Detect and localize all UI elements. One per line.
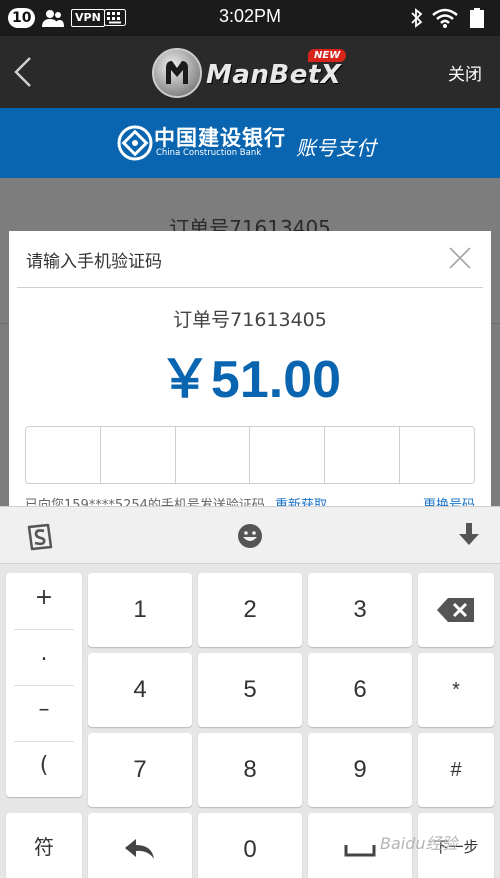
bank-name-en: China Construction Bank — [156, 148, 262, 158]
sms-code-dialog: 请输入手机验证码 订单号71613405 ￥51.00 已向您159****52… — [9, 231, 491, 521]
key-label: 1 — [133, 596, 147, 623]
hash-key[interactable]: # — [418, 733, 494, 807]
divider — [14, 685, 74, 686]
code-digit-cell[interactable] — [250, 427, 326, 483]
dialog-title: 请输入手机验证码 — [26, 252, 162, 272]
keyboard-toolbar — [0, 506, 500, 564]
bluetooth-icon — [411, 8, 423, 28]
wifi-icon — [432, 8, 458, 28]
symbols-key[interactable]: 符 — [6, 813, 82, 878]
symbol-column: + . – ( — [6, 573, 82, 797]
sogou-icon[interactable] — [26, 523, 54, 551]
key-label: 4 — [133, 676, 147, 703]
backspace-icon — [437, 598, 474, 622]
close-button[interactable]: 关闭 — [448, 60, 482, 85]
key-4[interactable]: 4 — [88, 653, 192, 727]
key-label: 7 — [133, 756, 147, 783]
key-label: 0 — [243, 836, 257, 863]
app-header: ManBetX NEW 关闭 — [0, 36, 500, 108]
account-pay-label: 账号支付 — [296, 136, 376, 160]
key-label: 2 — [243, 596, 257, 623]
key-8[interactable]: 8 — [198, 733, 302, 807]
key-3[interactable]: 3 — [308, 573, 412, 647]
plus-key[interactable]: + — [14, 585, 74, 610]
key-9[interactable]: 9 — [308, 733, 412, 807]
divider — [14, 629, 74, 630]
watermark: Baidu经验 — [380, 834, 458, 853]
code-digit-cell[interactable] — [400, 427, 474, 483]
dot-key[interactable]: . — [14, 641, 74, 666]
key-label: 6 — [353, 676, 367, 703]
backspace-key[interactable] — [418, 573, 494, 647]
emoji-icon[interactable] — [237, 523, 263, 549]
key-label: * — [452, 679, 460, 701]
brand-logo: ManBetX NEW — [152, 46, 352, 100]
key-6[interactable]: 6 — [308, 653, 412, 727]
battery-icon — [470, 8, 484, 28]
divider — [17, 287, 483, 288]
status-time: 3:02PM — [218, 6, 282, 26]
verification-code-input[interactable] — [25, 426, 475, 484]
close-icon[interactable] — [447, 245, 473, 271]
key-label: 3 — [353, 596, 367, 623]
order-number: 订单号71613405 — [173, 309, 327, 331]
bank-banner: 中国建设银行 China Construction Bank 账号支付 — [0, 108, 500, 178]
key-label: # — [450, 759, 462, 781]
code-digit-cell[interactable] — [101, 427, 176, 483]
key-5[interactable]: 5 — [198, 653, 302, 727]
return-key[interactable] — [88, 813, 192, 878]
minus-key[interactable]: – — [14, 697, 74, 722]
brand-name: ManBetX — [206, 60, 342, 90]
key-7[interactable]: 7 — [88, 733, 192, 807]
space-icon — [344, 845, 376, 857]
back-icon[interactable] — [6, 50, 46, 94]
key-label: 符 — [34, 837, 54, 859]
key-label: 5 — [243, 676, 257, 703]
new-badge: NEW — [308, 49, 347, 62]
ccb-logo-icon — [117, 125, 153, 161]
hide-keyboard-icon[interactable] — [457, 521, 481, 549]
key-0[interactable]: 0 — [198, 813, 302, 878]
key-label: 8 — [243, 756, 257, 783]
paren-key[interactable]: ( — [14, 753, 74, 778]
key-2[interactable]: 2 — [198, 573, 302, 647]
key-1[interactable]: 1 — [88, 573, 192, 647]
brand-emblem-icon — [152, 48, 202, 98]
asterisk-key[interactable]: * — [418, 653, 494, 727]
status-bar: 10 VPN 3:02PM — [0, 0, 500, 36]
return-icon — [125, 839, 154, 859]
code-digit-cell[interactable] — [325, 427, 401, 483]
key-label: 9 — [353, 756, 367, 783]
divider — [14, 741, 74, 742]
code-digit-cell[interactable] — [176, 427, 251, 483]
payment-amount: ￥51.00 — [158, 351, 342, 409]
numeric-keyboard: + . – ( 1 2 3 4 5 6 * 7 8 9 # 符 0 下一步 — [0, 506, 500, 878]
code-digit-cell[interactable] — [26, 427, 101, 483]
